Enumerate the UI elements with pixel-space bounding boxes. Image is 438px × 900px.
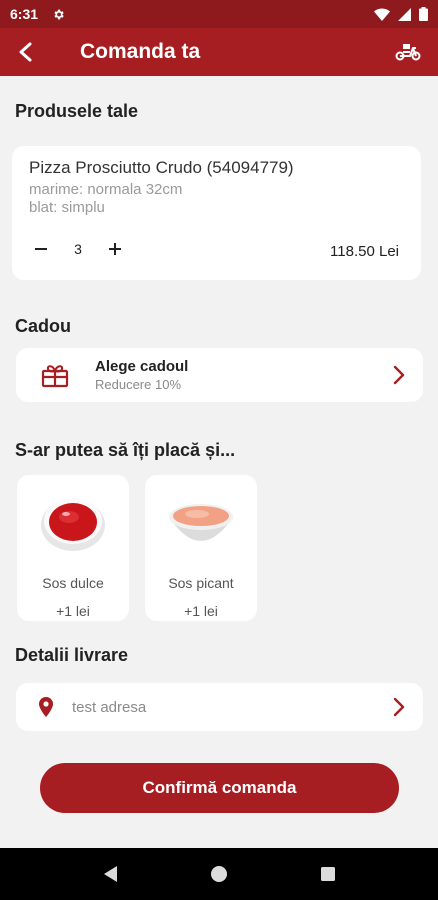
product-name: Pizza Prosciutto Crudo (54094779) (29, 158, 294, 177)
delivery-address-button[interactable]: test adresa (16, 683, 423, 731)
products-section-title: Produsele tale (15, 101, 139, 121)
status-bar: 6:31 (0, 0, 438, 28)
suggestion-name: Sos picant (168, 575, 234, 591)
suggestion-card[interactable]: Sos picant +1 lei (145, 475, 257, 621)
status-time: 6:31 (10, 6, 39, 22)
delivery-address: test adresa (72, 698, 147, 716)
settings-gear-icon (54, 9, 64, 19)
product-card: Pizza Prosciutto Crudo (54094779) marime… (12, 146, 421, 280)
location-pin-icon (39, 697, 53, 717)
delivery-mode-button[interactable] (384, 28, 432, 76)
product-size: marime: normala 32cm (29, 181, 183, 198)
suggestions-section-title: S-ar putea să îți placă și... (15, 440, 236, 460)
gift-title: Alege cadoul (95, 358, 189, 375)
product-crust: blat: simplu (29, 199, 105, 216)
minus-icon (35, 248, 47, 250)
system-navigation-bar (0, 848, 438, 900)
suggestion-name: Sos dulce (42, 575, 104, 591)
gift-icon (40, 360, 70, 390)
quantity-stepper: 3 (30, 238, 126, 260)
suggestion-card[interactable]: Sos dulce +1 lei (17, 475, 129, 621)
scooter-icon (395, 44, 421, 61)
page-title: Comanda ta (80, 40, 201, 63)
gift-section-title: Cadou (15, 316, 71, 336)
suggestion-price: +1 lei (56, 603, 90, 619)
plus-icon (109, 243, 121, 255)
nav-recents-icon[interactable] (320, 866, 336, 882)
suggestion-price: +1 lei (184, 603, 218, 619)
gift-subtitle: Reducere 10% (95, 377, 181, 392)
nav-home-icon[interactable] (210, 865, 228, 883)
decrease-quantity-button[interactable] (30, 238, 52, 260)
arrow-left-icon (19, 42, 32, 62)
confirm-order-button[interactable]: Confirmă comanda (40, 763, 399, 813)
chevron-right-icon (389, 363, 409, 387)
back-button[interactable] (2, 28, 50, 76)
quantity-value: 3 (74, 241, 82, 257)
increase-quantity-button[interactable] (104, 238, 126, 260)
product-price: 118.50 Lei (330, 243, 399, 260)
spicy-sauce-image (169, 504, 233, 541)
app-bar: Comanda ta (0, 28, 438, 76)
nav-back-icon[interactable] (102, 865, 118, 883)
signal-icon (398, 7, 411, 21)
choose-gift-button[interactable]: Alege cadoul Reducere 10% (16, 348, 423, 402)
wifi-icon (374, 7, 390, 21)
chevron-right-icon (389, 695, 409, 719)
battery-icon (419, 7, 428, 21)
ketchup-sauce-image (41, 498, 105, 551)
delivery-section-title: Detalii livrare (15, 645, 129, 665)
